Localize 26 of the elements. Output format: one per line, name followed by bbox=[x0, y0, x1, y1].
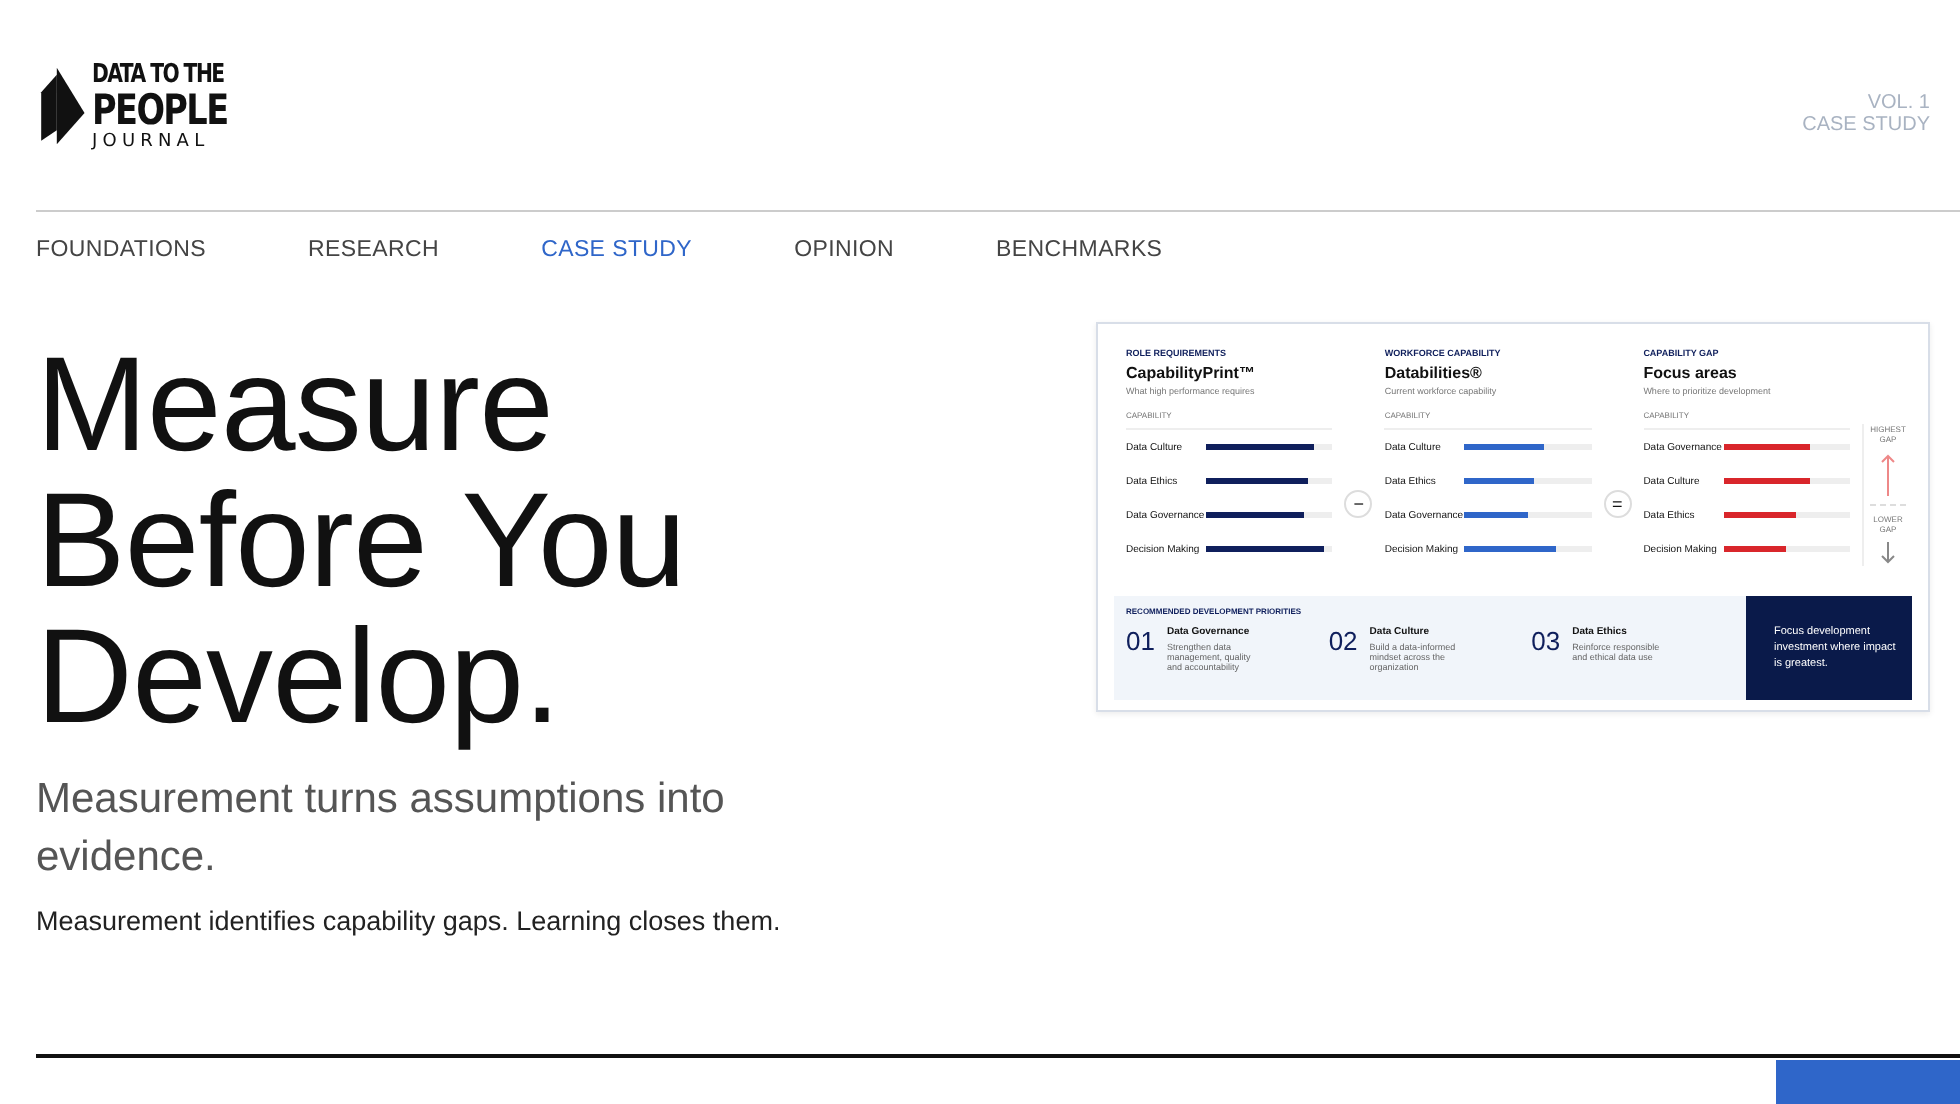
down-arrow-icon bbox=[1880, 542, 1897, 566]
panel-title: Databilities® bbox=[1384, 364, 1484, 382]
headline: Measure bbox=[36, 338, 556, 474]
headline: Develop. bbox=[36, 610, 563, 746]
logo-text: JOURNAL bbox=[92, 132, 212, 154]
logo-text: DATA TO THE bbox=[92, 62, 225, 90]
nav-link[interactable]: RESEARCH bbox=[308, 238, 440, 262]
panel-title: Focus areas bbox=[1643, 364, 1739, 382]
tagline: Measurement identifies capability gaps. Learning closes them. bbox=[36, 906, 783, 936]
priority-number: 02 bbox=[1328, 626, 1358, 656]
operator-badge: = bbox=[1603, 489, 1632, 517]
nav-link[interactable]: OPINION bbox=[794, 238, 895, 262]
panel-title: CapabilityPrint™ bbox=[1126, 364, 1257, 382]
nav-link[interactable]: BENCHMARKS bbox=[996, 238, 1163, 262]
logo-icon bbox=[36, 66, 88, 146]
issue-label: VOL. 1 bbox=[1865, 92, 1930, 114]
nav-link[interactable]: CASE STUDY bbox=[541, 238, 693, 262]
up-arrow-icon bbox=[1880, 452, 1897, 496]
priority-number: 01 bbox=[1126, 626, 1155, 656]
logo-text: PEOPLE bbox=[92, 90, 228, 132]
priority-number: 03 bbox=[1531, 626, 1561, 656]
subtitle: Measurement turns assumptions into evidence. bbox=[36, 774, 726, 884]
nav-link[interactable]: FOUNDATIONS bbox=[36, 238, 207, 262]
headline: Before You bbox=[36, 474, 688, 610]
operator-badge: − bbox=[1344, 489, 1373, 517]
issue-label: CASE STUDY bbox=[1802, 114, 1930, 136]
